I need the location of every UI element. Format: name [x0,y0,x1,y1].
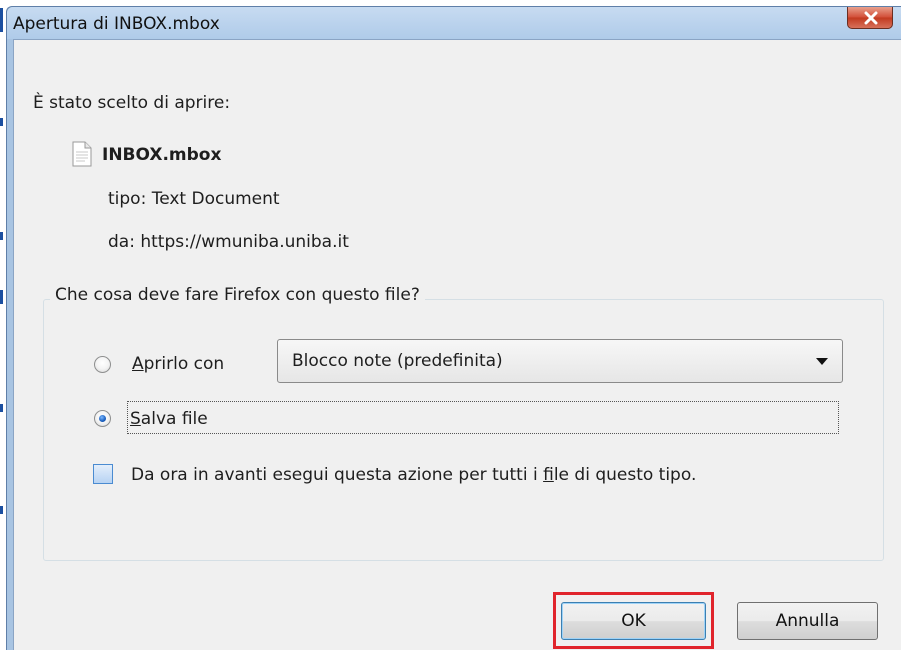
save-file-label[interactable]: Salva file [130,409,208,429]
open-with-radio[interactable] [94,356,111,373]
save-file-accelerator: S [130,409,141,429]
close-button[interactable] [847,7,893,29]
action-group-legend: Che cosa deve fare Firefox con questo fi… [50,285,425,305]
download-dialog: Apertura di INBOX.mbox È stato scelto di… [6,6,901,650]
window-title: Apertura di INBOX.mbox [13,14,220,34]
application-select[interactable]: Blocco note (predefinita) [277,339,843,383]
dialog-content: È stato scelto di aprire: INBOX.mbox tip… [13,39,901,650]
file-name: INBOX.mbox [102,145,222,165]
save-file-radio[interactable] [94,410,111,427]
application-select-value: Blocco note (predefinita) [292,351,503,371]
remember-accelerator: f [543,465,554,485]
ok-button-highlight [553,592,714,649]
text-document-icon [72,141,92,167]
open-with-accelerator: A [132,354,144,374]
remember-label-after: ile di questo tipo. [553,465,697,485]
file-source: da: https://wmuniba.uniba.it [108,232,349,252]
remember-choice-checkbox[interactable] [93,464,113,484]
save-file-focus-outline [127,401,839,434]
title-bar[interactable]: Apertura di INBOX.mbox [7,7,901,39]
open-with-label-text: prirlo con [143,354,225,374]
cancel-button[interactable]: Annulla [737,602,878,640]
remember-label-before: Da ora in avanti esegui questa azione pe… [131,465,544,485]
remember-choice-label[interactable]: Da ora in avanti esegui questa azione pe… [131,465,696,485]
save-file-label-text: alva file [140,409,208,429]
close-icon [864,11,878,25]
open-with-label[interactable]: Aprirlo con [132,354,224,374]
intro-text: È stato scelto di aprire: [33,93,231,113]
chevron-down-icon [816,358,828,365]
file-type: tipo: Text Document [108,189,280,209]
